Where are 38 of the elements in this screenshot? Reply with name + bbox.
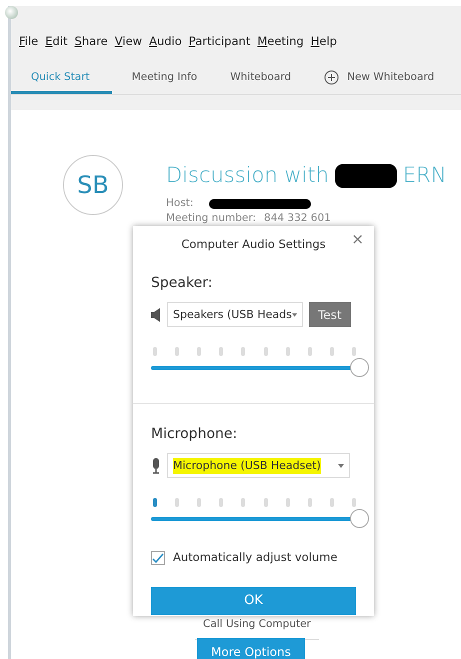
- menu-item[interactable]: Meeting: [257, 33, 304, 50]
- section-label: Microphone:: [151, 425, 238, 444]
- device-dropdown[interactable]: Microphone (USB Headset): [167, 453, 350, 478]
- tab[interactable]: Meeting Info: [112, 70, 210, 94]
- volume-slider[interactable]: [151, 358, 370, 378]
- device-dropdown[interactable]: Speakers (USB Heads: [167, 302, 303, 328]
- caret-icon: [338, 464, 344, 468]
- app-icon: [5, 6, 18, 19]
- caret-icon: [292, 312, 297, 317]
- volume-slider[interactable]: [151, 509, 370, 530]
- close-button[interactable]: ×: [349, 232, 366, 247]
- slider-thumb[interactable]: [350, 358, 369, 378]
- menu-item[interactable]: Audio: [149, 33, 182, 50]
- menu-item[interactable]: View: [114, 33, 142, 50]
- menu-item[interactable]: Participant: [188, 33, 250, 50]
- microphone-icon: [151, 458, 161, 474]
- section-label: Speaker:: [151, 274, 214, 294]
- menu-item[interactable]: Share: [74, 33, 108, 50]
- new-whiteboard-button[interactable]: New Whiteboard: [304, 70, 448, 94]
- menu-item[interactable]: File: [19, 33, 38, 50]
- check-icon: [152, 552, 164, 563]
- meeting-title: Discussion with: [166, 162, 329, 189]
- plus-icon: [324, 70, 340, 85]
- checkbox-label: Automatically adjust volume: [173, 549, 338, 566]
- host-label: Host:: [166, 196, 194, 211]
- avatar: SB: [63, 155, 123, 215]
- test-button[interactable]: Test: [309, 302, 351, 328]
- dialog-title: Computer Audio Settings: [180, 236, 327, 253]
- meeting-title: ERN: [402, 162, 446, 189]
- slider-thumb[interactable]: [350, 509, 369, 528]
- menu-item[interactable]: Help: [310, 33, 337, 50]
- meeting-number-label: Meeting number:: [166, 211, 256, 226]
- tab[interactable]: Whiteboard: [210, 70, 304, 94]
- redaction-mark: [334, 164, 397, 188]
- checkbox[interactable]: [151, 550, 165, 565]
- menu-item[interactable]: Edit: [45, 33, 68, 50]
- meeting-number: 844 332 601: [264, 211, 331, 226]
- speaker-icon: [151, 306, 161, 323]
